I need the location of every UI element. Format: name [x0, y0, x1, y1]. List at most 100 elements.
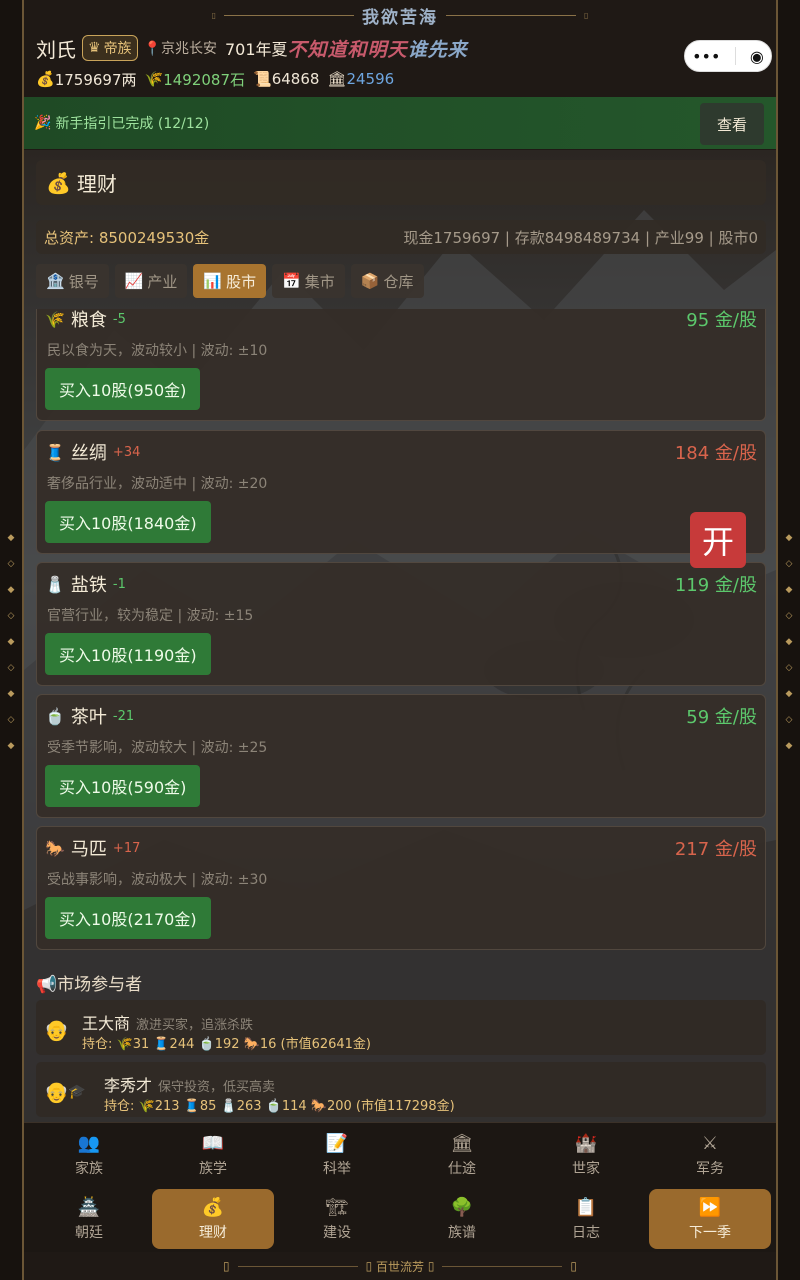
family-icon: 👥	[77, 1132, 101, 1154]
footer-line-right	[442, 1265, 563, 1267]
resource-value: 1492087石	[163, 70, 245, 89]
stock-card: 🧂 盐铁 -1 119 金/股 官营行业，较为稳定 | 波动: ±15 买入10股(119…	[36, 562, 766, 686]
megaphone-icon: 📢	[36, 975, 58, 995]
title-line-right	[446, 14, 576, 16]
rank-badge: ♛ 帝族	[82, 35, 138, 61]
stock-change: -21	[112, 708, 135, 724]
total-assets: 总资产: 8500249530金	[44, 228, 210, 247]
stock-header: 🌾 粮食 -5	[45, 309, 126, 332]
buy-button[interactable]: 买入10股(950金)	[45, 368, 201, 410]
stock-description: 受战事影响，波动极大 | 波动: ±30	[47, 872, 268, 888]
bottom-navigation: 👥 家族 📖 族学 📝 科举 🏛 仕途 🏰 世家 ⚔ 军务 🏯 朝廷 💰 理财 🏗 建设 🌳 族谱 📋 日志 ⏩ 下一季	[24, 1122, 776, 1252]
tab-box[interactable]: 📦 仓库	[350, 264, 424, 298]
stock-card: 🌾 粮食 -5 95 金/股 民以食为天，波动较小 | 波动: ±10 买入10股(950…	[36, 309, 766, 421]
stock-header: 🍵 茶叶 -21	[45, 703, 134, 729]
stock-change: -1	[112, 576, 126, 592]
buy-button[interactable]: 买入10股(590金)	[45, 765, 201, 807]
resource-item: 💰 1759697两	[36, 69, 137, 90]
nav-fast-forward[interactable]: ⏩ 下一季	[649, 1189, 771, 1249]
stock-name: 马匹	[70, 839, 107, 860]
nav-crane[interactable]: 🏗 建设	[276, 1189, 398, 1249]
horse-icon: 🐎	[45, 838, 65, 858]
tree-icon: 🌳	[450, 1196, 474, 1218]
pin-icon: 📍	[143, 41, 161, 57]
stock-description: 民以食为天，波动较小 | 波动: ±10	[47, 343, 268, 359]
nav-label: 军务	[696, 1160, 724, 1177]
resource-item: 📜 64868	[253, 70, 319, 88]
more-icon[interactable]: •••	[692, 47, 720, 66]
clan-icon: 🏰	[574, 1132, 598, 1154]
court-icon: 🏯	[77, 1196, 101, 1218]
participant-name-text: 王大商	[82, 1014, 131, 1033]
buy-button[interactable]: 买入10股(2170金)	[45, 897, 211, 939]
party-popper-icon: 🎉	[34, 115, 52, 131]
footer-line-left	[237, 1265, 358, 1267]
nav-label: 下一季	[689, 1224, 731, 1241]
stock-price: 217 金/股	[674, 839, 757, 860]
stock-card: 🍵 茶叶 -21 59 金/股 受季节影响，波动较大 | 波动: ±25 买入10股(59…	[36, 694, 766, 818]
close-icon[interactable]: ◉	[750, 47, 764, 66]
ornament-dot: ▯	[211, 10, 216, 20]
tab-chart[interactable]: 📈 产业	[114, 264, 188, 298]
buy-button[interactable]: 买入10股(1840金)	[45, 501, 211, 543]
chart-icon: 📈	[124, 272, 144, 290]
tab-calendar[interactable]: 📅 集市	[272, 264, 345, 298]
tab-label: 仓库	[383, 272, 414, 291]
nav-money-bag[interactable]: 💰 理财	[152, 1189, 274, 1249]
view-button[interactable]: 查看	[700, 103, 764, 145]
nav-court[interactable]: 🏯 朝廷	[28, 1189, 150, 1249]
stock-header: 🐎 马匹 +17	[45, 835, 140, 861]
miniapp-capsule: ••• ◉	[684, 40, 772, 72]
buy-button[interactable]: 买入10股(1190金)	[45, 633, 211, 675]
location-label: 京兆长安	[161, 41, 217, 57]
nav-swords[interactable]: ⚔ 军务	[649, 1125, 771, 1185]
crown-icon: ♛	[88, 40, 101, 56]
swords-icon: ⚔	[701, 1132, 719, 1154]
bank-icon: 🏛	[327, 70, 347, 88]
tab-bank[interactable]: 🏦 银号	[36, 264, 109, 298]
calendar-icon: 📅	[282, 272, 301, 290]
nav-tree[interactable]: 🌳 族谱	[401, 1189, 523, 1249]
career-icon: 🏛	[450, 1132, 474, 1154]
nav-label: 仕途	[448, 1160, 476, 1177]
avatar: 👴	[44, 1018, 69, 1042]
family-header: 刘氏 ♛ 帝族 📍京兆长安 701年夏 不知道和明天谁先来 💰 1759697两 🌾 1…	[24, 30, 776, 96]
participant-style: 保守投资，低买高卖	[158, 1080, 276, 1095]
stock-name: 粮食	[70, 310, 107, 331]
nav-career[interactable]: 🏛 仕途	[401, 1125, 523, 1185]
tab-label: 产业	[147, 272, 178, 291]
money-bag-icon: 💰	[46, 170, 71, 195]
app-title: 我欲苦海	[362, 7, 438, 28]
nav-label: 世家	[572, 1160, 600, 1177]
resource-item: 🏛 24596	[327, 70, 394, 88]
asset-summary: 总资产: 8500249530金 现金1759697 | 存款849848973…	[36, 220, 766, 254]
scroll-icon: 📜	[253, 70, 272, 88]
resource-item: 🌾 1492087石	[145, 69, 246, 90]
participant-card: 👴 🎓 李秀才 保守投资，低买高卖 持仓: 🌾213 🧵85 🧂263 🍵114 …	[36, 1062, 766, 1117]
stock-description: 奢侈品行业，波动适中 | 波动: ±20	[47, 476, 268, 492]
nav-clan[interactable]: 🏰 世家	[525, 1125, 647, 1185]
avatar: 👴	[44, 1080, 69, 1104]
nav-log[interactable]: 📋 日志	[525, 1189, 647, 1249]
title-line-left	[224, 14, 354, 16]
participant-holdings: 持仓: 🌾31 🧵244 🍵192 🐎16 (市值62641金)	[82, 1037, 371, 1052]
current-date: 701年夏	[225, 40, 288, 59]
stock-change: -5	[112, 311, 126, 327]
slogan-blue: 谁先来	[407, 38, 468, 61]
stock-header: 🧵 丝绸 +34	[45, 439, 140, 465]
nav-exam[interactable]: 📝 科举	[276, 1125, 398, 1185]
stock-name: 丝绸	[70, 443, 107, 464]
nav-book[interactable]: 📖 族学	[152, 1125, 274, 1185]
ornament-dot: ▯	[222, 1259, 230, 1273]
box-icon: 📦	[360, 272, 380, 290]
nav-family[interactable]: 👥 家族	[28, 1125, 150, 1185]
tutorial-status: 新手指引已完成 (12/12)	[55, 116, 210, 132]
tab-bar-chart[interactable]: 📊 股市	[193, 264, 267, 298]
open-floating-button[interactable]: 开	[690, 512, 746, 568]
participant-name: 王大商 激进买家，追涨杀跌	[82, 1010, 253, 1034]
section-title: 理财	[76, 172, 117, 196]
participant-name-text: 李秀才	[104, 1076, 153, 1095]
stock-name: 盐铁	[70, 575, 107, 596]
scholar-hat-icon: 🎓	[68, 1084, 86, 1100]
stock-price: 119 金/股	[674, 575, 757, 596]
